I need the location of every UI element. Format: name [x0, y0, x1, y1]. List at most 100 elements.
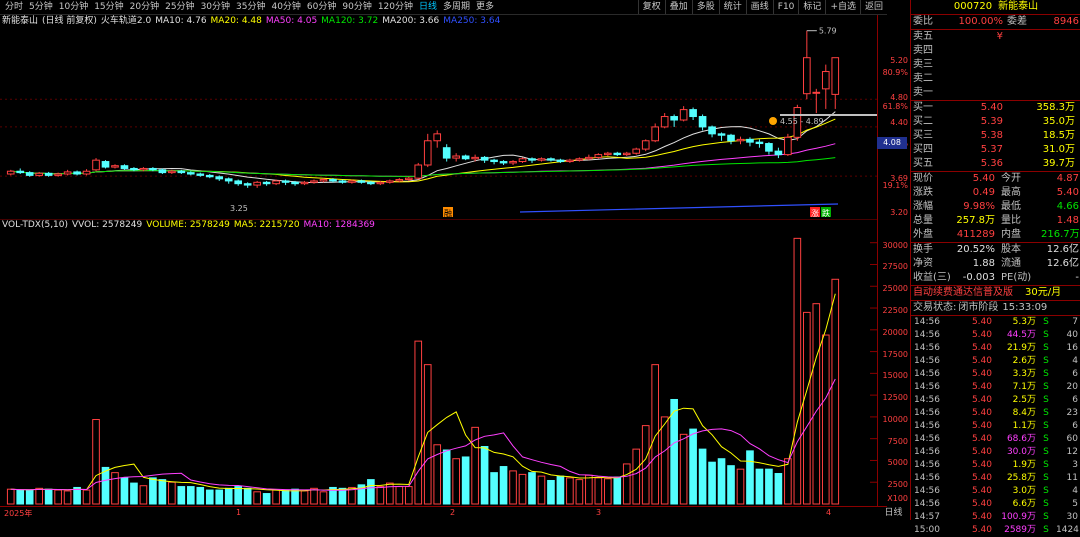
candle: [205, 174, 214, 178]
stat-row: 现价 5.40 今开 4.87: [911, 172, 1080, 186]
period-tab-13[interactable]: 多周期: [440, 0, 473, 14]
promo-price[interactable]: 30元/月: [1025, 286, 1061, 300]
period-switch-button[interactable]: 日线: [877, 506, 910, 520]
period-tab-14[interactable]: 更多: [473, 0, 497, 14]
tick-count: 3: [1072, 460, 1078, 470]
candle: [281, 180, 290, 183]
tick-row: 14:56 5.40 8.4万 S 23: [911, 407, 1080, 420]
period-tab-2[interactable]: 10分钟: [56, 0, 91, 14]
candle: [348, 180, 356, 183]
tool-button-2[interactable]: 多股: [691, 0, 719, 14]
tick-time: 15:00: [914, 525, 940, 535]
tick-time: 14:56: [914, 447, 940, 457]
tool-button-4[interactable]: 画线: [745, 0, 773, 14]
promo-text[interactable]: 自动续费通达信普及版: [911, 286, 1025, 300]
tool-button-1[interactable]: 叠加: [664, 0, 692, 14]
tick-list[interactable]: 14:56 5.40 5.3万 S 7 14:56 5.40 44.5万 S 40 14:56 5.4…: [911, 315, 1080, 537]
volume-chart[interactable]: VOL-TDX(5,10) VVOL: 2578249 VOLUME: 2578…: [0, 218, 877, 506]
tool-button-0[interactable]: 复权: [637, 0, 665, 14]
sell-level-5[interactable]: 卖五 ¥: [911, 30, 1080, 44]
candle: [149, 167, 157, 171]
buy-level-1[interactable]: 买一 5.40 358.3万: [911, 101, 1080, 115]
tag-label: 跌: [822, 208, 830, 218]
period-tab-4[interactable]: 20分钟: [127, 0, 162, 14]
volume-bar: [603, 478, 612, 505]
candle: [82, 170, 91, 175]
tool-button-3[interactable]: 统计: [718, 0, 746, 14]
buy-level-3[interactable]: 买三 5.38 18.5万: [911, 129, 1080, 143]
volume-bar: [803, 311, 811, 505]
tick-side: S: [1043, 512, 1049, 522]
price-tick: 4.80: [890, 93, 908, 102]
stat-value: 216.7万: [1041, 229, 1080, 240]
sell-level-1[interactable]: 卖一: [911, 86, 1080, 100]
volume-bar: [594, 477, 603, 505]
kline-svg[interactable]: 5.79 3.25 4.55 - 4.89 融 涨跌: [0, 15, 877, 220]
buy-level-5[interactable]: 买五 5.36 39.7万: [911, 157, 1080, 171]
ma200-legend: MA200: 3.66: [382, 16, 440, 26]
ma120-legend: MA120: 3.72: [321, 16, 379, 26]
stat-row: 涨幅 9.98% 最低 4.66: [911, 200, 1080, 214]
volume-bar: [423, 364, 432, 505]
candle: [300, 181, 309, 185]
tick-price: 5.40: [971, 460, 992, 470]
period-tab-1[interactable]: 5分钟: [26, 0, 56, 14]
volume-tick: 27500: [882, 262, 908, 272]
buy-level-3-price: 5.38: [980, 130, 1003, 141]
candle: [139, 167, 148, 171]
period-tab-5[interactable]: 25分钟: [162, 0, 197, 14]
volume-svg[interactable]: [0, 218, 877, 506]
buy-level-4[interactable]: 买四 5.37 31.0万: [911, 143, 1080, 157]
period-tab-0[interactable]: 分时: [2, 0, 26, 14]
volume-bar: [660, 416, 669, 505]
volume-bar: [651, 364, 660, 505]
candle: [130, 167, 138, 171]
candle: [442, 147, 451, 159]
volume-bar: [793, 237, 802, 505]
period-tab-8[interactable]: 40分钟: [268, 0, 303, 14]
volume-bar: [480, 446, 489, 505]
sell-level-4[interactable]: 卖四: [911, 44, 1080, 58]
tool-button-8[interactable]: 返回: [859, 0, 887, 14]
vol-indicator-name[interactable]: VOL-TDX(5,10): [2, 219, 68, 231]
volume-bar: [291, 488, 299, 505]
volume-bar: [717, 458, 726, 505]
candle: [556, 159, 565, 163]
stat-label: 最低: [1001, 201, 1021, 212]
period-tab-9[interactable]: 60分钟: [304, 0, 339, 14]
sell-level-2[interactable]: 卖二: [911, 72, 1080, 86]
tick-count: 20: [1066, 382, 1078, 392]
tool-button-7[interactable]: +自选: [825, 0, 860, 14]
candle: [603, 152, 612, 156]
indicator-name[interactable]: 火车轨道2.0: [101, 15, 151, 27]
tick-time: 14:56: [914, 460, 940, 470]
sell-level-3-price: [953, 58, 1003, 72]
volume-tick: 12500: [882, 393, 908, 403]
period-tab-3[interactable]: 15分钟: [91, 0, 126, 14]
date-year: 2025年: [4, 509, 33, 518]
volume-bar: [566, 477, 574, 505]
buy-level-2[interactable]: 买二 5.39 35.0万: [911, 115, 1080, 129]
tick-price: 5.40: [971, 343, 992, 353]
period-tab-11[interactable]: 120分钟: [375, 0, 416, 14]
tool-button-5[interactable]: F10: [772, 0, 799, 14]
volume-bar: [698, 448, 707, 505]
period-tab-10[interactable]: 90分钟: [339, 0, 374, 14]
volume-bar: [821, 334, 830, 505]
candle: [215, 176, 224, 180]
tool-button-6[interactable]: 标记: [798, 0, 825, 14]
promo-row[interactable]: 自动续费通达信普及版 30元/月: [911, 285, 1080, 300]
stat-row: 涨跌 0.49 最高 5.40: [911, 186, 1080, 200]
tick-volume: 68.6万: [1006, 434, 1036, 444]
volume-bar: [632, 448, 641, 505]
sell-level-3[interactable]: 卖三: [911, 58, 1080, 72]
volume-bar: [727, 465, 735, 505]
period-tab-6[interactable]: 30分钟: [198, 0, 233, 14]
sell-level-2-price: [953, 72, 1003, 86]
date-m4: 4: [826, 508, 832, 517]
period-tab-12[interactable]: 日线: [416, 0, 440, 14]
kline-chart[interactable]: 5.79 3.25 4.55 - 4.89 融 涨跌 新能泰山 (日线 前复权) 火车轨…: [0, 15, 877, 220]
period-tab-7[interactable]: 35分钟: [233, 0, 268, 14]
candle: [717, 133, 726, 136]
volume-bar: [746, 450, 754, 505]
